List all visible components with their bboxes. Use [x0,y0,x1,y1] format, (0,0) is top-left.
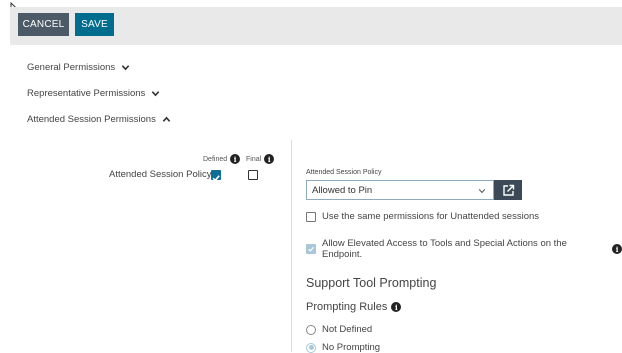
radio-label: Not Defined [322,324,373,335]
same-permissions-checkbox[interactable] [306,211,316,222]
section-label: General Permissions [27,62,116,73]
section-label: Attended Session Permissions [27,114,156,125]
radio-no-prompting[interactable]: No Prompting [306,342,380,353]
column-header-label: Final [246,155,262,163]
elevated-access-option[interactable]: Allow Elevated Access to Tools and Speci… [306,238,622,260]
prompting-rules-heading: Prompting Rules i [306,301,402,313]
support-tool-heading: Support Tool Prompting [306,276,437,290]
radio-label: No Prompting [322,342,381,353]
final-checkbox[interactable] [248,170,258,180]
radio-button[interactable] [306,324,316,335]
checkmark-icon [212,175,220,182]
left-gutter [0,0,10,352]
column-header-label: Defined [203,155,228,163]
policy-selected-value: Allowed to Pin [312,184,373,196]
section-toggle-general-permissions[interactable]: General Permissions [27,62,130,73]
chevron-down-icon [478,189,486,194]
chevron-up-icon [162,116,171,122]
action-toolbar: CANCEL SAVE [10,7,622,45]
column-header-defined: Defined i [203,154,241,164]
elevated-access-checkbox[interactable] [306,244,316,254]
save-button[interactable]: SAVE [75,13,114,36]
checkmark-icon [308,246,315,252]
permission-row-label: Attended Session Policy [109,169,212,180]
elevated-access-label: Allow Elevated Access to Tools and Speci… [322,238,567,260]
chevron-down-icon [121,65,130,71]
policy-select[interactable]: Allowed to Pin [306,180,494,200]
same-permissions-option[interactable]: Use the same permissions for Unattended … [306,211,539,222]
column-header-final: Final i [246,154,275,164]
radio-button[interactable] [306,342,316,353]
same-permissions-label: Use the same permissions for Unattended … [322,211,540,222]
info-icon[interactable]: i [612,244,622,254]
external-link-icon [502,184,514,196]
info-icon[interactable]: i [264,154,275,164]
prompting-rules-label: Prompting Rules [306,301,388,313]
radio-not-defined[interactable]: Not Defined [306,324,372,335]
cancel-button[interactable]: CANCEL [18,13,69,36]
chevron-down-icon [152,91,160,97]
policy-field-label: Attended Session Policy [306,169,382,176]
section-toggle-representative-permissions[interactable]: Representative Permissions [27,88,160,99]
panel-divider [291,140,292,352]
section-toggle-attended-session-permissions[interactable]: Attended Session Permissions [27,114,171,125]
info-icon[interactable]: i [230,154,241,164]
open-external-button[interactable] [494,180,522,200]
section-label: Representative Permissions [27,88,146,99]
info-icon[interactable]: i [391,302,402,312]
defined-checkbox[interactable] [211,170,221,182]
